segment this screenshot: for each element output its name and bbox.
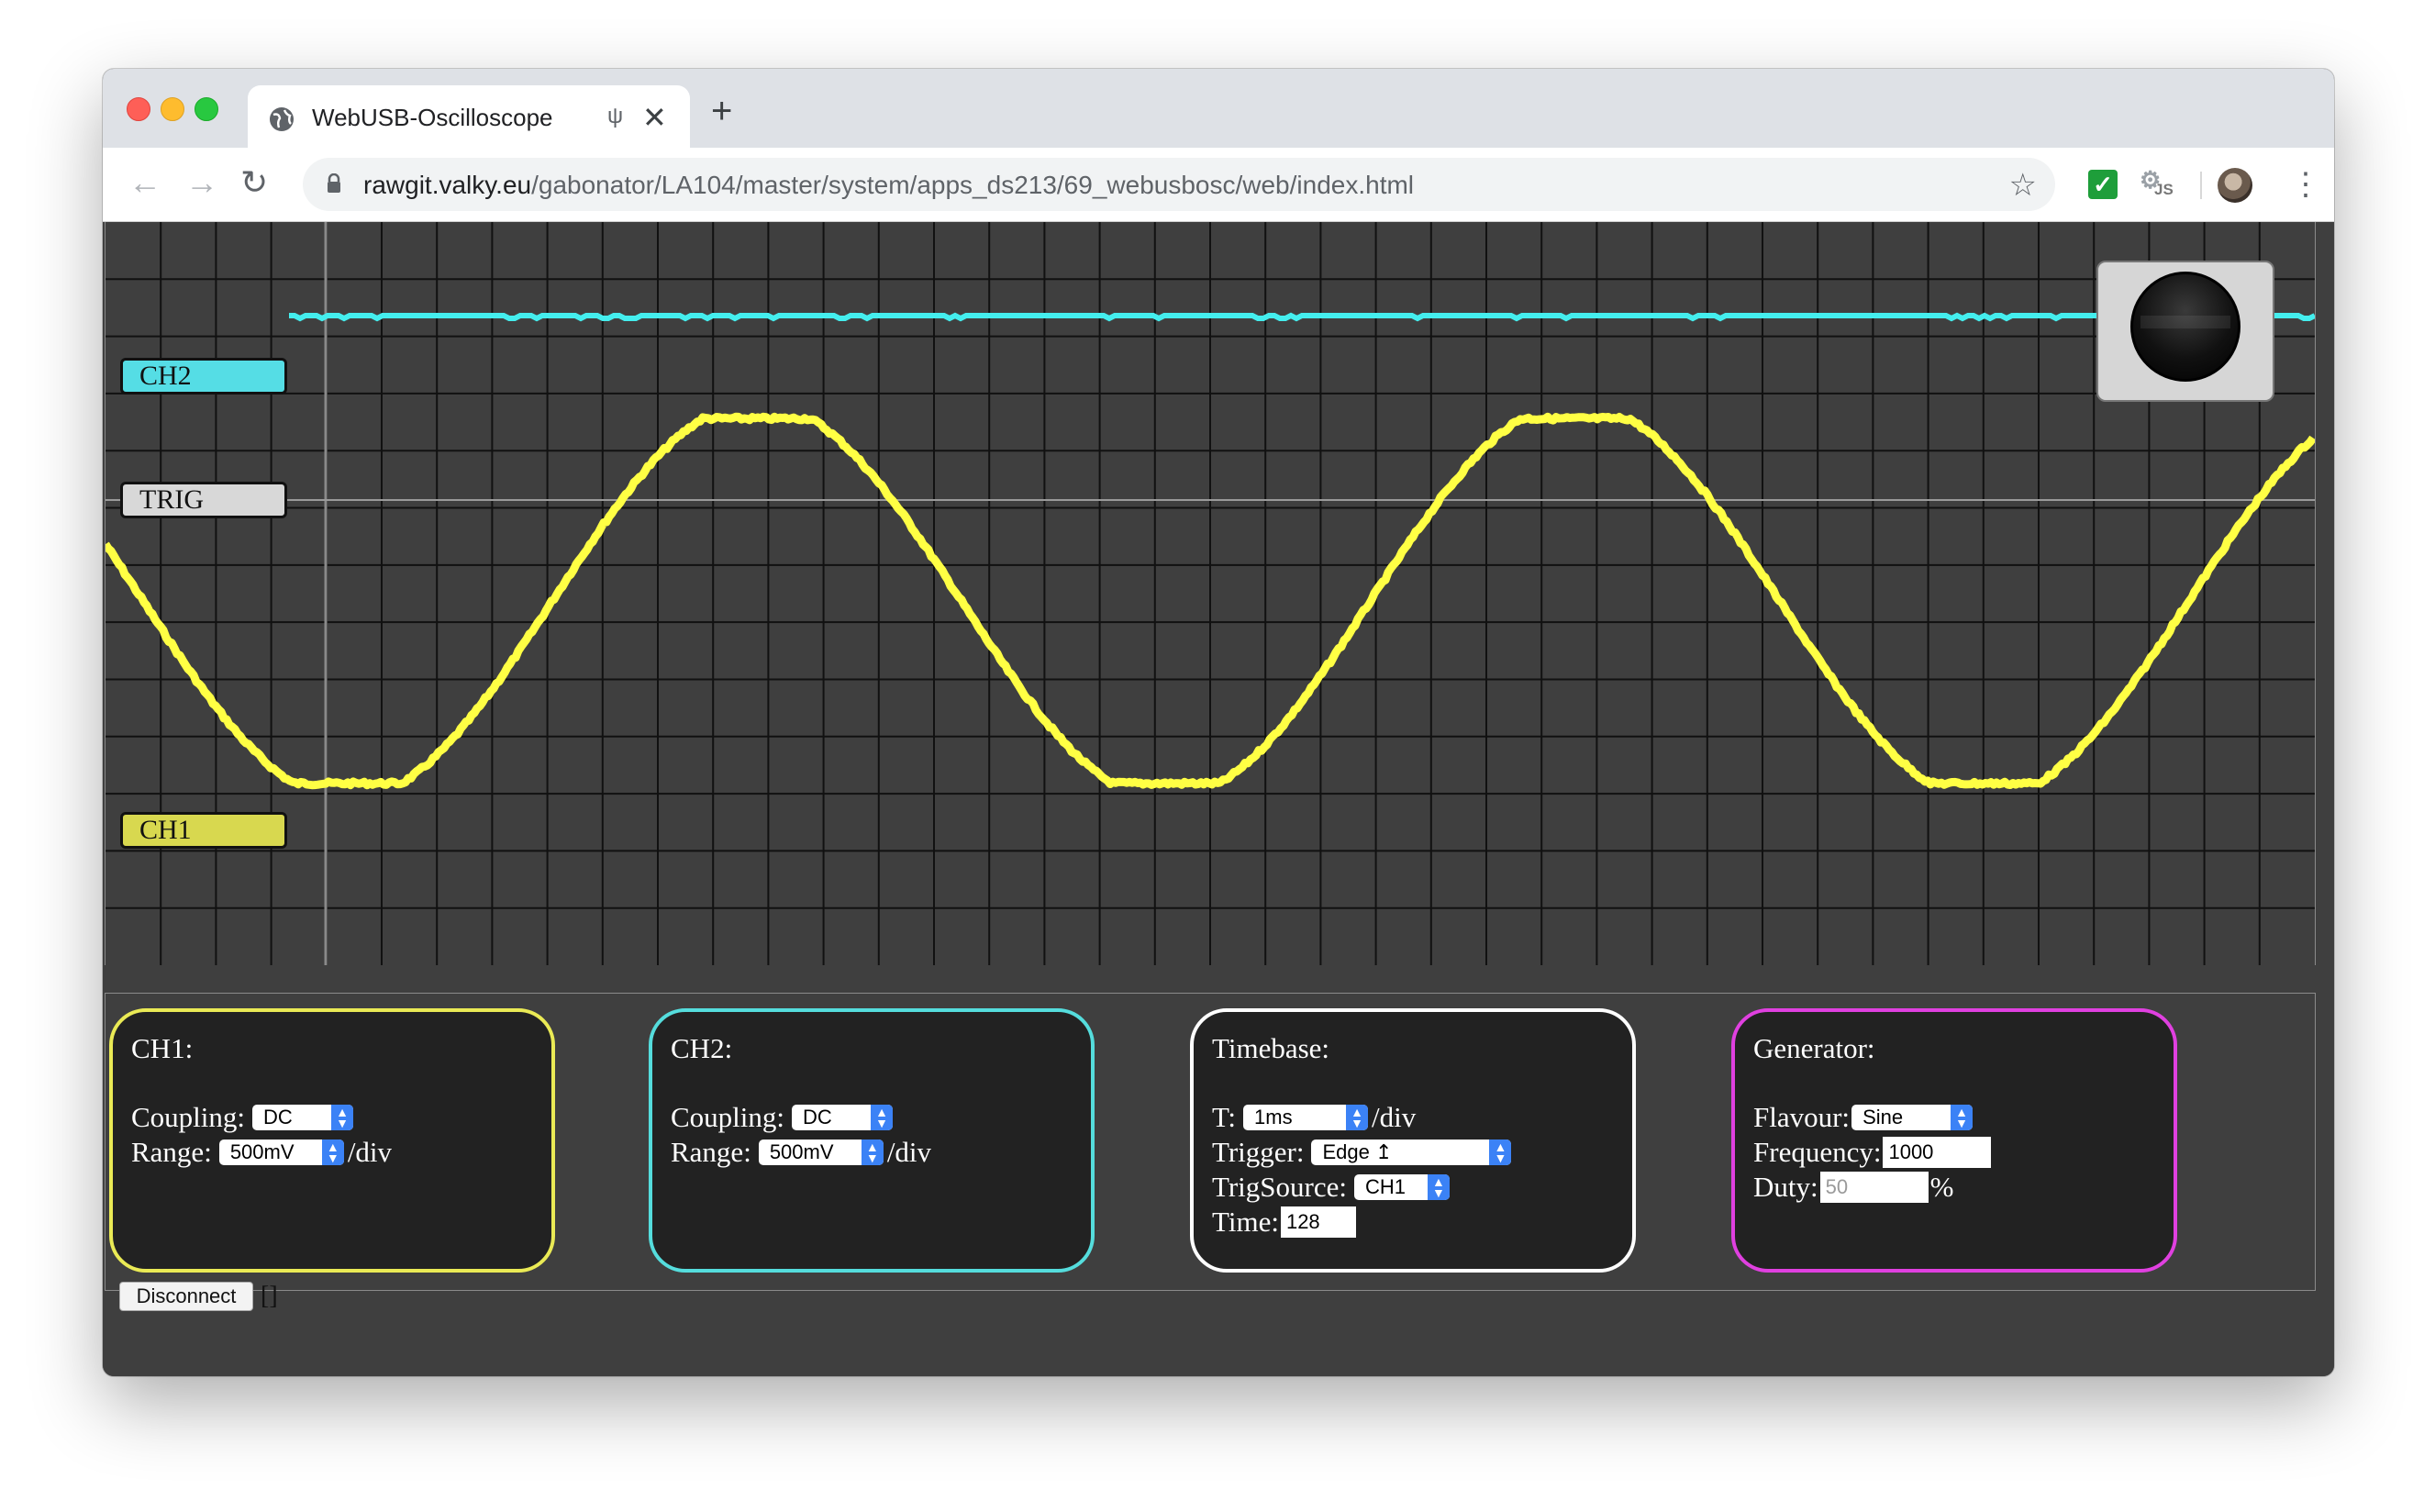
ch2-panel-title: CH2: [671,1032,733,1064]
oscilloscope-display: CH2 TRIG CH1 [105,222,2316,965]
duty-label: Duty: [1753,1171,1818,1203]
timebase-panel-title: Timebase: [1212,1032,1330,1064]
globe-icon [270,107,294,131]
minimize-window-button[interactable] [161,97,184,121]
address-bar[interactable]: rawgit.valky.eu/gabonator/LA104/master/s… [303,158,2055,211]
duty-unit: % [1929,1171,1954,1203]
ch2-label[interactable]: CH2 [120,358,287,395]
timebase-t-select[interactable]: 1ms ▲ ▼ [1243,1105,1369,1130]
ch1-label[interactable]: CH1 [120,812,287,849]
forward-arrow-icon[interactable]: → [185,164,218,201]
status-text: [] [261,1282,278,1310]
trig-label[interactable]: TRIG [120,482,287,518]
generator-panel: Generator: Flavour: Sine ▲ ▼ Frequency: 10… [1731,1008,2177,1273]
ch2-coupling-select[interactable]: DC ▲ ▼ [792,1105,894,1130]
close-tab-icon[interactable]: ✕ [642,100,667,135]
disconnect-button[interactable]: Disconnect [119,1282,253,1311]
select-arrows-icon: ▲ ▼ [871,1105,894,1130]
trigger-select[interactable]: Edge ↥ ▲ ▼ [1311,1140,1512,1165]
select-arrows-icon: ▲ ▼ [1951,1105,1974,1130]
timebase-t-label: T: [1212,1101,1237,1133]
ch2-range-unit: /div [886,1136,932,1168]
reload-icon[interactable]: ↻ [240,164,268,201]
toolbar-divider [2200,172,2202,199]
ch1-range-unit: /div [347,1136,393,1168]
ch2-range-select[interactable]: 500mV ▲ ▼ [758,1140,884,1165]
ch1-range-select[interactable]: 500mV ▲ ▼ [218,1140,344,1165]
frequency-input[interactable]: 1000 [1883,1137,1992,1168]
duty-input[interactable]: 50 [1819,1172,1929,1203]
timebase-t-unit: /div [1372,1101,1417,1133]
tab-strip: WebUSB-Oscilloscope ψ ✕ + [103,69,2334,148]
ch1-coupling-label: Coupling: [131,1101,246,1133]
select-arrows-icon: ▲ ▼ [321,1140,344,1165]
profile-avatar[interactable] [2218,168,2252,203]
menu-kebab-icon[interactable]: ⋮ [2290,166,2321,203]
tab-webusb-oscilloscope[interactable]: WebUSB-Oscilloscope ψ ✕ [248,85,690,148]
trigsource-label: TrigSource: [1212,1171,1347,1203]
ch2-coupling-label: Coupling: [671,1101,785,1133]
ch1-panel: CH1: Coupling: DC ▲ ▼ Range: 500mV ▲ ▼ /div [109,1008,555,1273]
time-label: Time: [1212,1206,1279,1238]
new-tab-button[interactable]: + [711,93,732,129]
checkmark-extension-icon[interactable]: ✓ [2088,170,2118,199]
select-arrows-icon: ▲ ▼ [331,1105,354,1130]
select-arrows-icon: ▲ ▼ [1427,1174,1450,1200]
page-content: CH2 TRIG CH1 CH1: Coupling: DC ▲ ▼ Range: … [103,222,2334,1376]
trigger-label: Trigger: [1212,1136,1305,1168]
lock-icon [328,173,340,193]
flavour-label: Flavour: [1753,1101,1851,1133]
timebase-panel: Timebase: T: 1ms ▲ ▼ /div Trigger: Edge ↥ ▲… [1190,1008,1636,1273]
ch1-panel-title: CH1: [131,1032,194,1064]
ch1-range-label: Range: [131,1136,212,1168]
select-arrows-icon: ▲ ▼ [861,1140,884,1165]
tab-title: WebUSB-Oscilloscope [312,104,553,131]
maximize-window-button[interactable] [195,97,218,121]
trigsource-select[interactable]: CH1 ▲ ▼ [1353,1174,1450,1200]
ch2-trace [289,312,2315,322]
control-panels: CH1: Coupling: DC ▲ ▼ Range: 500mV ▲ ▼ /div … [105,993,2316,1291]
frequency-label: Frequency: [1753,1136,1882,1168]
ch2-range-label: Range: [671,1136,751,1168]
url-text: rawgit.valky.eu/gabonator/LA104/master/s… [363,171,1415,199]
bookmark-star-icon[interactable]: ☆ [2009,167,2037,204]
ch1-coupling-select[interactable]: DC ▲ ▼ [252,1105,354,1130]
back-arrow-icon[interactable]: ← [128,164,161,201]
scope-canvas[interactable] [106,222,2315,965]
time-input[interactable]: 128 [1280,1206,1356,1238]
ch2-panel: CH2: Coupling: DC ▲ ▼ Range: 500mV ▲ ▼ /div [649,1008,1095,1273]
scope-grid [106,222,2315,965]
flavour-select[interactable]: Sine ▲ ▼ [1851,1105,1974,1130]
generator-panel-title: Generator: [1753,1032,1875,1064]
close-window-button[interactable] [127,97,150,121]
usb-icon: ψ [607,104,624,128]
browser-window: WebUSB-Oscilloscope ψ ✕ + ← → ↻ rawgit.v… [103,69,2334,1376]
record-button[interactable] [2130,272,2240,382]
record-button-frame [2096,261,2274,402]
browser-toolbar: ← → ↻ rawgit.valky.eu/gabonator/LA104/ma… [103,148,2334,222]
select-arrows-icon: ▲ ▼ [1489,1140,1512,1165]
js-extension-icon[interactable]: ⚙ JS [2140,166,2176,203]
select-arrows-icon: ▲ ▼ [1346,1105,1369,1130]
